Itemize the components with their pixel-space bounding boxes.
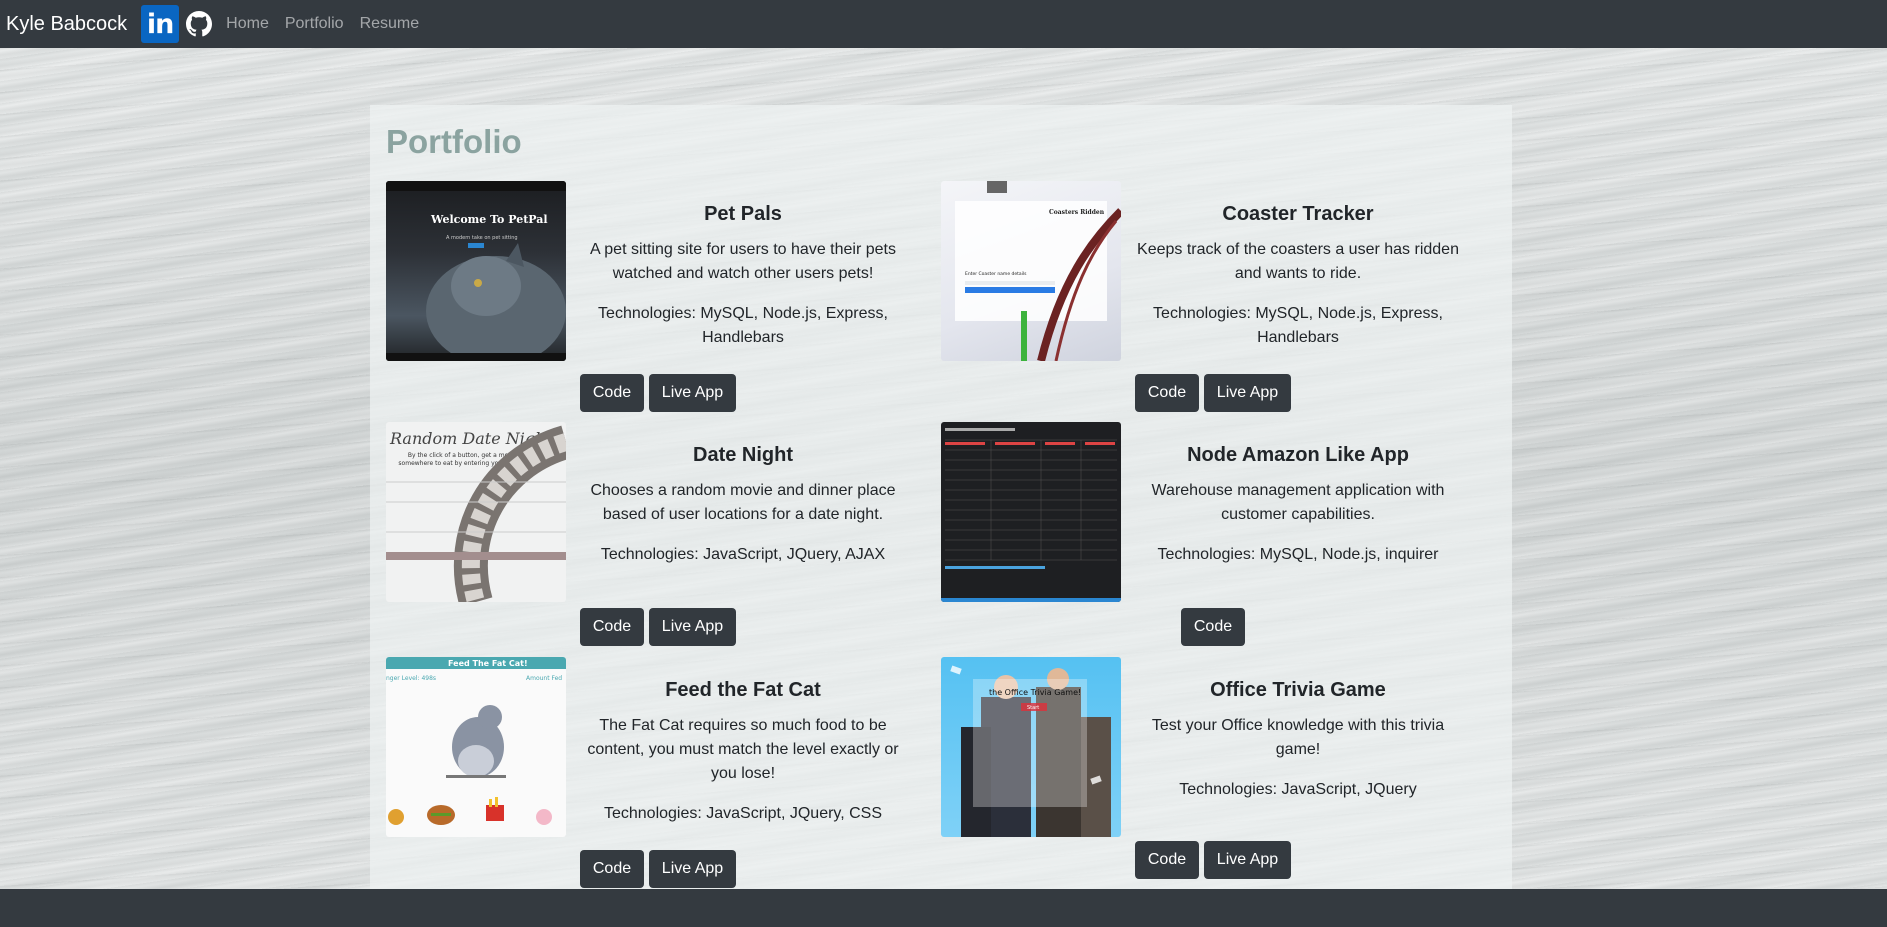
project-card-coaster-tracker: Coasters Ridden Enter Coaster name detai… <box>925 181 1479 412</box>
pet-pals-thumb-title: Welcome To PetPal <box>430 213 548 226</box>
page-title: Portfolio <box>386 123 522 160</box>
project-description: Keeps track of the coasters a user has r… <box>1137 241 1459 282</box>
project-title: Feed the Fat Cat <box>665 679 821 701</box>
project-card-feed-fat-cat: Feed The Fat Cat! nger Level: 498s Amoun… <box>370 657 924 888</box>
feed-fat-cat-thumbnail: Feed The Fat Cat! nger Level: 498s Amoun… <box>386 657 566 837</box>
feed-fat-cat-thumbnail-art: Feed The Fat Cat! nger Level: 498s Amoun… <box>386 657 566 825</box>
navbar: Kyle Babcock in Home Portfolio Resume <box>0 0 1887 48</box>
project-technologies: Technologies: JavaScript, JQuery <box>1179 781 1417 798</box>
date-night-info: Date Night Chooses a random movie and di… <box>578 444 908 567</box>
project-technologies: Technologies: JavaScript, JQuery, CSS <box>603 805 883 822</box>
pet-pals-thumbnail-art: Welcome To PetPal A modern take on pet s… <box>386 181 566 361</box>
office-trivia-code-button[interactable]: Code <box>1135 841 1199 879</box>
nav-home[interactable]: Home <box>226 15 269 33</box>
coaster-tracker-thumbnail: Coasters Ridden Enter Coaster name detai… <box>941 181 1121 361</box>
feed-cat-thumb-amount: Amount Fed <box>526 675 562 682</box>
project-technologies: Technologies: MySQL, Node.js, Express, H… <box>1153 305 1443 346</box>
coaster-thumb-title: Coasters Ridden <box>1049 209 1105 216</box>
coaster-thumb-subtitle: Enter Coaster name details <box>965 271 1027 277</box>
portfolio-container: Portfolio Welcome To PetPal A modern tak… <box>370 105 1512 889</box>
feed-fat-cat-code-button[interactable]: Code <box>580 850 644 888</box>
office-thumb-title: the Office Trivia Game! <box>989 688 1081 697</box>
project-card-date-night: Random Date Night By the click of a butt… <box>370 422 924 652</box>
feed-fat-cat-info: Feed the Fat Cat The Fat Cat requires so… <box>578 679 908 826</box>
office-trivia-thumbnail-art: the Office Trivia Game! Start <box>950 665 1111 837</box>
node-amazon-info: Node Amazon Like App Warehouse managemen… <box>1133 444 1463 567</box>
coaster-tracker-live-app-button[interactable]: Live App <box>1204 374 1291 412</box>
brand-name[interactable]: Kyle Babcock <box>6 13 127 36</box>
project-technologies: Technologies: MySQL, Node.js, Express, H… <box>598 305 888 346</box>
pet-pals-thumb-subtitle: A modern take on pet sitting <box>446 235 518 241</box>
project-description: Warehouse management application with cu… <box>1151 482 1445 523</box>
project-title: Node Amazon Like App <box>1187 444 1409 466</box>
date-night-thumbnail: Random Date Night By the click of a butt… <box>386 422 566 602</box>
node-amazon-thumbnail <box>941 422 1121 602</box>
project-card-node-amazon: Node Amazon Like App Warehouse managemen… <box>925 422 1479 652</box>
office-thumb-start: Start <box>1027 705 1039 711</box>
footer <box>0 889 1887 927</box>
coaster-tracker-code-button[interactable]: Code <box>1135 374 1199 412</box>
linkedin-icon[interactable]: in <box>141 5 180 43</box>
node-amazon-thumbnail-art <box>941 428 1121 602</box>
pet-pals-code-button[interactable]: Code <box>580 374 644 412</box>
nav-portfolio[interactable]: Portfolio <box>285 15 344 33</box>
pet-pals-thumbnail: Welcome To PetPal A modern take on pet s… <box>386 181 566 361</box>
office-trivia-thumbnail: the Office Trivia Game! Start <box>941 657 1121 837</box>
nav-resume[interactable]: Resume <box>360 15 420 33</box>
office-trivia-info: Office Trivia Game Test your Office know… <box>1133 679 1463 802</box>
coaster-tracker-thumbnail-art: Coasters Ridden Enter Coaster name detai… <box>955 181 1121 361</box>
project-description: Chooses a random movie and dinner place … <box>590 482 896 523</box>
project-technologies: Technologies: MySQL, Node.js, inquirer <box>1157 546 1439 563</box>
date-night-thumbnail-art: Random Date Night By the click of a butt… <box>386 425 566 602</box>
node-amazon-code-button[interactable]: Code <box>1181 608 1245 646</box>
date-night-code-button[interactable]: Code <box>580 608 644 646</box>
github-icon[interactable] <box>186 11 213 37</box>
project-title: Office Trivia Game <box>1210 679 1386 701</box>
project-title: Coaster Tracker <box>1222 203 1374 225</box>
project-title: Date Night <box>693 444 793 466</box>
project-technologies: Technologies: JavaScript, JQuery, AJAX <box>600 546 886 563</box>
pet-pals-info: Pet Pals A pet sitting site for users to… <box>578 203 908 350</box>
project-description: The Fat Cat requires so much food to be … <box>587 717 899 782</box>
project-description: A pet sitting site for users to have the… <box>590 241 896 282</box>
project-card-pet-pals: Welcome To PetPal A modern take on pet s… <box>370 181 924 412</box>
project-card-office-trivia: the Office Trivia Game! Start Office Tri… <box>925 657 1479 887</box>
feed-cat-thumb-level: nger Level: 498s <box>386 675 436 682</box>
pet-pals-live-app-button[interactable]: Live App <box>649 374 736 412</box>
coaster-tracker-info: Coaster Tracker Keeps track of the coast… <box>1133 203 1463 350</box>
date-night-live-app-button[interactable]: Live App <box>649 608 736 646</box>
project-description: Test your Office knowledge with this tri… <box>1151 717 1445 758</box>
office-trivia-live-app-button[interactable]: Live App <box>1204 841 1291 879</box>
feed-cat-thumb-title: Feed The Fat Cat! <box>448 659 528 668</box>
feed-fat-cat-live-app-button[interactable]: Live App <box>649 850 736 888</box>
project-title: Pet Pals <box>704 203 782 225</box>
